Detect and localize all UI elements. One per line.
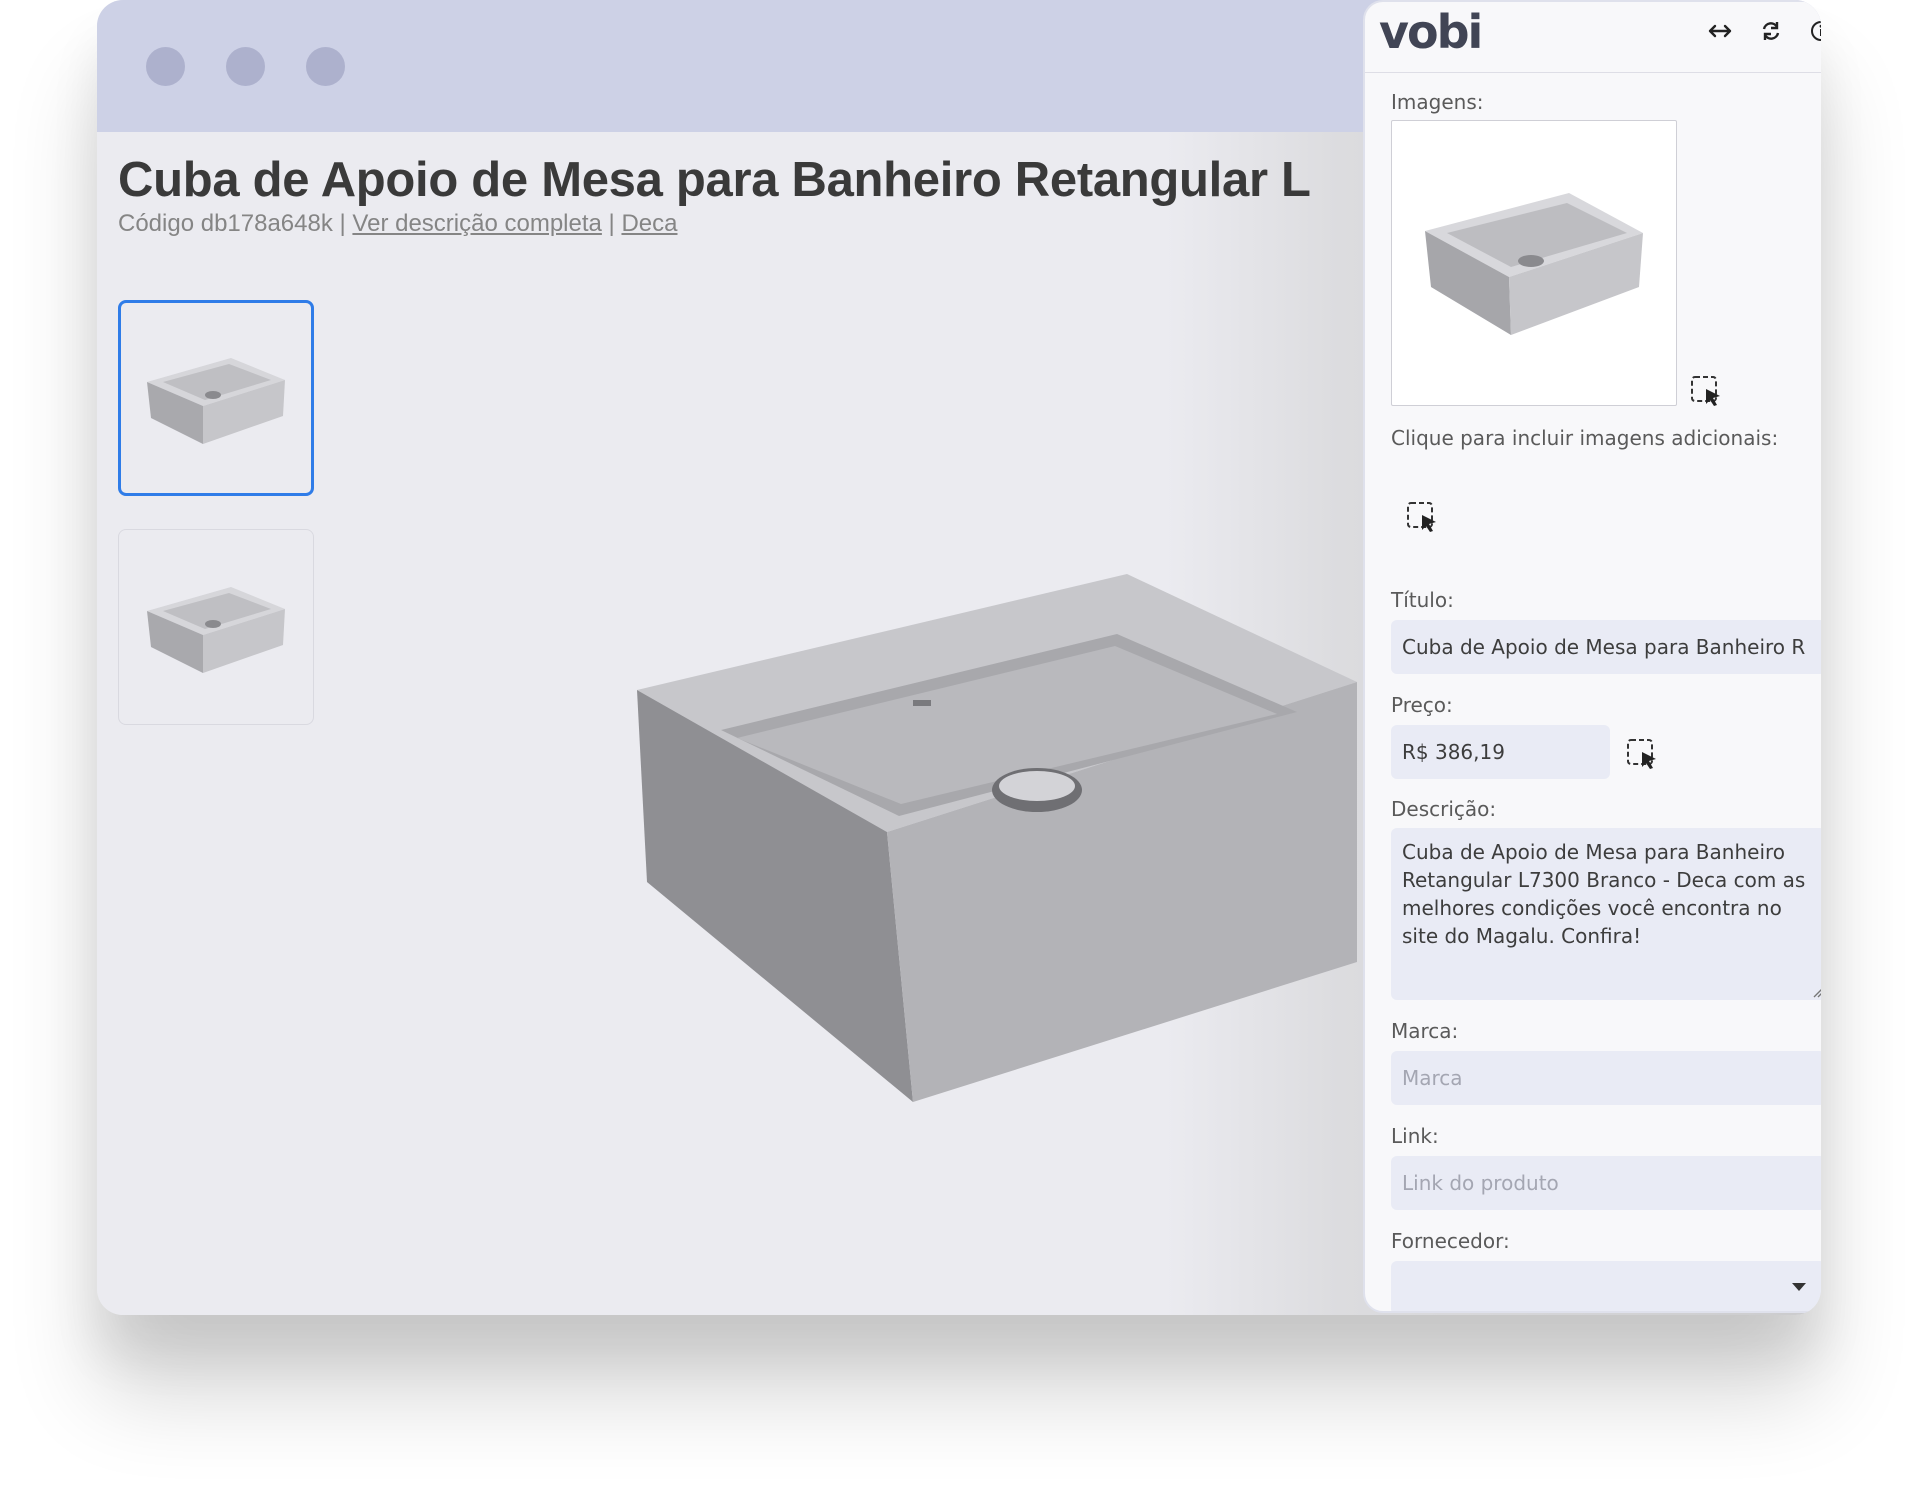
title-label: Título: [1391, 588, 1454, 612]
browser-window: Cuba de Apoio de Mesa para Banheiro Reta… [97, 0, 1821, 1315]
images-label: Imagens: [1391, 90, 1484, 114]
extra-images-label: Clique para incluir imagens adicionais: [1391, 426, 1779, 450]
brand-label: Marca: [1391, 1019, 1459, 1043]
sink-thumbnail-image [147, 587, 285, 673]
brand-link[interactable]: Deca [621, 210, 677, 237]
price-select-icon[interactable] [1625, 737, 1659, 771]
panel-header: vobi [1365, 2, 1821, 73]
description-textarea[interactable]: Cuba de Apoio de Mesa para Banheiro Reta… [1391, 828, 1821, 1000]
thumbnail-1[interactable] [118, 300, 314, 496]
expand-horizontal-icon[interactable] [1705, 16, 1735, 46]
supplier-select[interactable] [1391, 1261, 1821, 1311]
description-text: Cuba de Apoio de Mesa para Banheiro Reta… [1402, 840, 1806, 948]
meta-separator: | [601, 210, 622, 237]
title-input[interactable]: Cuba de Apoio de Mesa para Banheiro R [1391, 620, 1821, 674]
product-code: Código db178a648k | [118, 210, 353, 237]
info-icon[interactable] [1806, 16, 1821, 46]
price-label: Preço: [1391, 693, 1453, 717]
window-maximize-dot[interactable] [306, 47, 345, 86]
resize-handle-icon[interactable] [1812, 986, 1821, 998]
supplier-label: Fornecedor: [1391, 1229, 1510, 1253]
thumbnail-2[interactable] [118, 529, 314, 725]
link-label: Link: [1391, 1124, 1439, 1148]
sink-preview-image [1425, 193, 1643, 335]
window-minimize-dot[interactable] [226, 47, 265, 86]
vobi-logo: vobi [1379, 5, 1483, 59]
product-main-image [637, 574, 1357, 1102]
link-input[interactable]: Link do produto [1391, 1156, 1821, 1210]
product-meta: Código db178a648k | Ver descrição comple… [118, 210, 678, 238]
window-close-dot[interactable] [146, 47, 185, 86]
chevron-down-icon [1792, 1283, 1806, 1291]
description-label: Descrição: [1391, 797, 1497, 821]
add-image-select-icon[interactable] [1405, 500, 1439, 534]
full-description-link[interactable]: Ver descrição completa [352, 210, 601, 237]
price-input[interactable]: R$ 386,19 [1391, 725, 1610, 779]
vobi-side-panel: vobi Imagens: Clique para incluir imagen… [1363, 0, 1821, 1313]
main-image-preview[interactable] [1391, 120, 1677, 406]
refresh-icon[interactable] [1756, 16, 1786, 46]
brand-input[interactable]: Marca [1391, 1051, 1821, 1105]
sink-thumbnail-image [147, 358, 285, 444]
product-title: Cuba de Apoio de Mesa para Banheiro Reta… [118, 153, 1311, 207]
select-area-icon[interactable] [1689, 374, 1723, 408]
